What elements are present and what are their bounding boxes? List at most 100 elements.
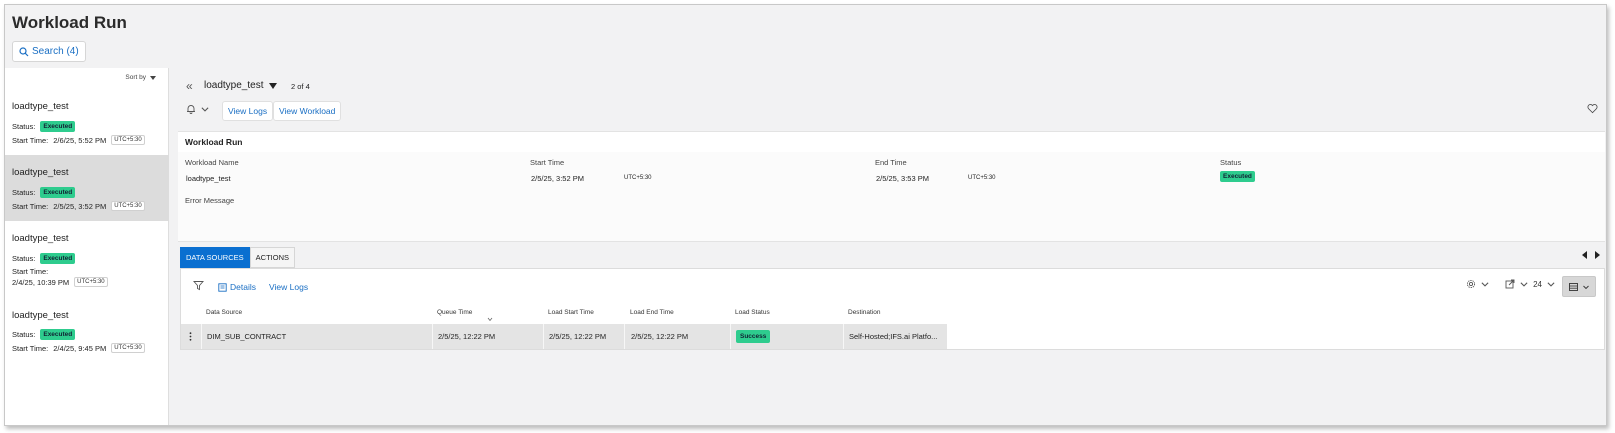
- run-item-start: Start Time: 2/5/25, 3:52 PM UTC+5:30: [12, 201, 145, 211]
- status-badge: Executed: [40, 121, 76, 132]
- chevron-down-icon: [1547, 282, 1555, 287]
- cell-divider: [201, 324, 202, 349]
- cell-destination: Self-Hosted;IFS.ai Platfo...: [849, 332, 938, 341]
- page-title: Workload Run: [12, 13, 127, 32]
- run-list-item-selected[interactable]: loadtype_test Status: Executed Start Tim…: [5, 155, 169, 221]
- status-badge: Executed: [40, 187, 76, 198]
- start-time-label: Start Time:: [12, 267, 49, 276]
- export-icon: [1505, 279, 1515, 289]
- chevron-down-icon: [1481, 282, 1489, 287]
- run-item-start: Start Time: 2/4/25, 9:45 PM UTC+5:30: [12, 343, 145, 353]
- run-list-item[interactable]: loadtype_test Status: Executed Start Tim…: [5, 88, 169, 154]
- table-row[interactable]: DIM_SUB_CONTRACT 2/5/25, 12:22 PM 2/5/25…: [181, 324, 947, 349]
- scroll-left-icon[interactable]: [1582, 251, 1587, 259]
- run-item-start: 2/4/25, 10:39 PM UTC+5:30: [12, 277, 108, 287]
- status-badge: Success: [736, 330, 771, 343]
- start-time-value: 2/4/25, 9:45 PM: [53, 343, 107, 353]
- details-button[interactable]: Details: [218, 282, 256, 292]
- sort-by-button[interactable]: Sort by: [125, 74, 156, 81]
- scroll-right-icon[interactable]: [1595, 251, 1600, 259]
- cell-load-status: Success: [736, 324, 771, 349]
- start-time-label: Start Time:: [12, 135, 49, 145]
- column-header-load-status[interactable]: Load Status: [735, 309, 770, 316]
- status-badge: Executed: [1220, 171, 1255, 182]
- collapse-list-button[interactable]: «: [186, 79, 193, 93]
- run-item-start-label: Start Time:: [12, 267, 48, 276]
- caret-down-icon: [268, 82, 277, 89]
- cell-load-start-time: 2/5/25, 12:22 PM: [549, 332, 607, 341]
- notifications-button[interactable]: [186, 104, 210, 114]
- bell-icon: [187, 105, 195, 114]
- view-workload-button[interactable]: View Workload: [273, 101, 342, 121]
- end-timezone: UTC+5:30: [968, 175, 996, 181]
- status-badge: Executed: [40, 329, 76, 340]
- tab-data-sources[interactable]: DATA SOURCES: [180, 247, 250, 268]
- search-icon: [19, 46, 29, 56]
- run-selector-label: loadtype_test: [204, 80, 264, 91]
- detail-tabs: DATA SOURCES ACTIONS: [180, 247, 295, 268]
- workload-run-header: Workload Run: [178, 132, 1605, 152]
- start-time-label: Start Time:: [12, 201, 49, 211]
- cell-divider: [432, 324, 433, 349]
- run-selector[interactable]: loadtype_test: [204, 80, 277, 91]
- start-time-value: 2/5/25, 3:52 PM: [531, 174, 584, 183]
- chevron-down-icon: [1520, 282, 1528, 287]
- start-time-value: 2/4/25, 10:39 PM: [12, 277, 70, 287]
- cell-divider: [624, 324, 625, 349]
- page-size-value: 24: [1533, 279, 1542, 289]
- data-sources-panel: Details View Logs 24 Data Source Queue T…: [180, 268, 1605, 350]
- timezone-badge: UTC+5:30: [111, 201, 145, 211]
- caret-down-icon: [150, 75, 156, 80]
- table-icon: [1568, 282, 1578, 291]
- end-time-value: 2/5/25, 3:53 PM: [876, 174, 929, 183]
- run-item-start: Start Time: 2/6/25, 5:52 PM UTC+5:30: [12, 135, 145, 145]
- run-list: Sort by loadtype_test Status: Executed S…: [5, 68, 169, 425]
- search-button[interactable]: Search (4): [12, 41, 86, 62]
- error-message-label: Error Message: [185, 196, 235, 205]
- view-logs-button[interactable]: View Logs: [222, 101, 274, 121]
- export-button[interactable]: [1505, 279, 1529, 289]
- table-view-button[interactable]: [1562, 276, 1596, 297]
- run-item-status: Status: Executed: [12, 121, 76, 132]
- filter-icon[interactable]: [193, 280, 204, 291]
- column-header-data-source[interactable]: Data Source: [206, 309, 242, 316]
- status-badge: Executed: [40, 253, 76, 264]
- tab-actions[interactable]: ACTIONS: [249, 247, 295, 268]
- run-list-item[interactable]: loadtype_test Status: Executed Start Tim…: [5, 222, 169, 298]
- cell-queue-time: 2/5/25, 12:22 PM: [438, 332, 496, 341]
- column-header-load-end-time[interactable]: Load End Time: [630, 309, 674, 316]
- column-header-queue-time[interactable]: Queue Time: [437, 309, 472, 316]
- start-timezone: UTC+5:30: [624, 175, 652, 181]
- cell-divider: [543, 324, 544, 349]
- details-label: Details: [230, 282, 256, 292]
- double-chevron-left-icon: «: [186, 79, 193, 93]
- status-label: Status:: [12, 188, 36, 197]
- favorite-heart-icon[interactable]: [1587, 103, 1598, 114]
- cell-divider: [730, 324, 731, 349]
- column-header-load-start-time[interactable]: Load Start Time: [548, 309, 594, 316]
- run-list-item[interactable]: loadtype_test Status: Executed Start Tim…: [5, 299, 169, 365]
- gear-icon: [1466, 279, 1476, 289]
- search-button-label: Search (4): [32, 46, 79, 57]
- sort-by-label: Sort by: [125, 74, 146, 81]
- run-item-name: loadtype_test: [12, 310, 69, 321]
- workload-name-value: loadtype_test: [186, 174, 231, 183]
- page-size-select[interactable]: 24: [1533, 279, 1556, 289]
- status-label: Status: [1220, 158, 1242, 167]
- run-item-name: loadtype_test: [12, 233, 69, 244]
- start-time-value: 2/5/25, 3:52 PM: [53, 201, 107, 211]
- cell-divider: [843, 324, 844, 349]
- status-value: Executed: [1220, 171, 1255, 182]
- row-actions-icon[interactable]: [189, 332, 192, 341]
- page-count: 2 of 4: [291, 82, 310, 91]
- tab-scroll-controls: [1582, 251, 1600, 259]
- chevron-down-icon: [1582, 285, 1589, 289]
- app-window: Workload Run Search (4) Sort by loadtype…: [4, 4, 1607, 426]
- run-item-name: loadtype_test: [12, 167, 69, 178]
- sort-descending-icon[interactable]: [487, 317, 493, 322]
- chevron-down-icon: [201, 107, 209, 112]
- view-logs-link[interactable]: View Logs: [269, 282, 308, 292]
- settings-button[interactable]: [1466, 279, 1490, 289]
- status-label: Status:: [12, 254, 36, 263]
- column-header-destination[interactable]: Destination: [848, 309, 881, 316]
